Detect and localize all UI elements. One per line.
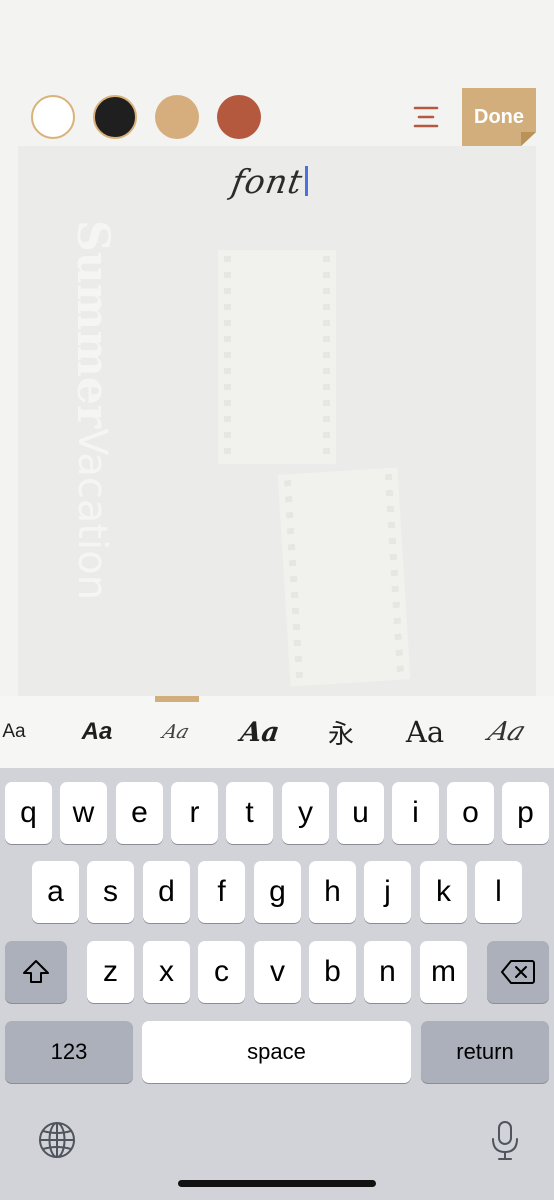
font-style-strip: Aa Aa Aa Aa 永 Aa Aa	[0, 696, 554, 768]
key-s[interactable]: s	[87, 861, 134, 923]
microphone-icon[interactable]	[490, 1120, 520, 1162]
key-e[interactable]: e	[116, 782, 163, 844]
color-swatch-rust[interactable]	[217, 95, 261, 139]
key-y[interactable]: y	[282, 782, 329, 844]
shift-icon	[23, 960, 49, 983]
key-c[interactable]: c	[198, 941, 245, 1003]
key-p[interactable]: p	[502, 782, 549, 844]
globe-icon[interactable]	[37, 1120, 77, 1160]
background-title-bold: Summer	[67, 220, 118, 429]
key-m[interactable]: m	[420, 941, 467, 1003]
key-t[interactable]: t	[226, 782, 273, 844]
font-option[interactable]: Aa	[70, 712, 124, 752]
text-layer[interactable]: font	[229, 156, 308, 206]
key-x[interactable]: x	[143, 941, 190, 1003]
film-strip-frame[interactable]	[277, 467, 411, 687]
background-title-light: Vacation	[69, 428, 115, 600]
key-i[interactable]: i	[392, 782, 439, 844]
space-key[interactable]: space	[142, 1021, 411, 1083]
key-v[interactable]: v	[254, 941, 301, 1003]
numbers-key[interactable]: 123	[5, 1021, 133, 1083]
design-canvas[interactable]: SummerVacation font	[18, 146, 536, 696]
key-h[interactable]: h	[309, 861, 356, 923]
editing-text[interactable]: font	[229, 162, 306, 201]
color-swatch-black[interactable]	[93, 95, 137, 139]
selected-font-indicator	[155, 696, 199, 702]
key-d[interactable]: d	[143, 861, 190, 923]
font-option[interactable]: Aa	[231, 712, 289, 752]
shift-key[interactable]	[5, 941, 67, 1003]
menu-lines-icon[interactable]	[410, 101, 442, 133]
key-z[interactable]: z	[87, 941, 134, 1003]
key-q[interactable]: q	[5, 782, 52, 844]
key-w[interactable]: w	[60, 782, 107, 844]
font-option[interactable]: Aa	[0, 712, 34, 752]
font-option-selected[interactable]: Aa	[144, 712, 209, 752]
return-key[interactable]: return	[421, 1021, 549, 1083]
font-option[interactable]: Aa	[470, 712, 544, 752]
film-strip-frame[interactable]	[218, 250, 336, 464]
keyboard: q w e r t y u i o p a s d f g h j k l z …	[0, 768, 554, 1200]
text-caret	[304, 166, 308, 196]
key-n[interactable]: n	[364, 941, 411, 1003]
background-title[interactable]: SummerVacation	[67, 220, 118, 600]
key-f[interactable]: f	[198, 861, 245, 923]
key-r[interactable]: r	[171, 782, 218, 844]
color-swatch-tan[interactable]	[155, 95, 199, 139]
key-a[interactable]: a	[32, 861, 79, 923]
key-j[interactable]: j	[364, 861, 411, 923]
font-option[interactable]: Aa	[398, 712, 452, 752]
home-indicator[interactable]	[178, 1180, 376, 1187]
key-g[interactable]: g	[254, 861, 301, 923]
color-swatch-white[interactable]	[31, 95, 75, 139]
key-l[interactable]: l	[475, 861, 522, 923]
font-option[interactable]: 永	[318, 712, 364, 752]
key-o[interactable]: o	[447, 782, 494, 844]
key-u[interactable]: u	[337, 782, 384, 844]
backspace-icon	[501, 960, 535, 984]
key-k[interactable]: k	[420, 861, 467, 923]
key-b[interactable]: b	[309, 941, 356, 1003]
backspace-key[interactable]	[487, 941, 549, 1003]
